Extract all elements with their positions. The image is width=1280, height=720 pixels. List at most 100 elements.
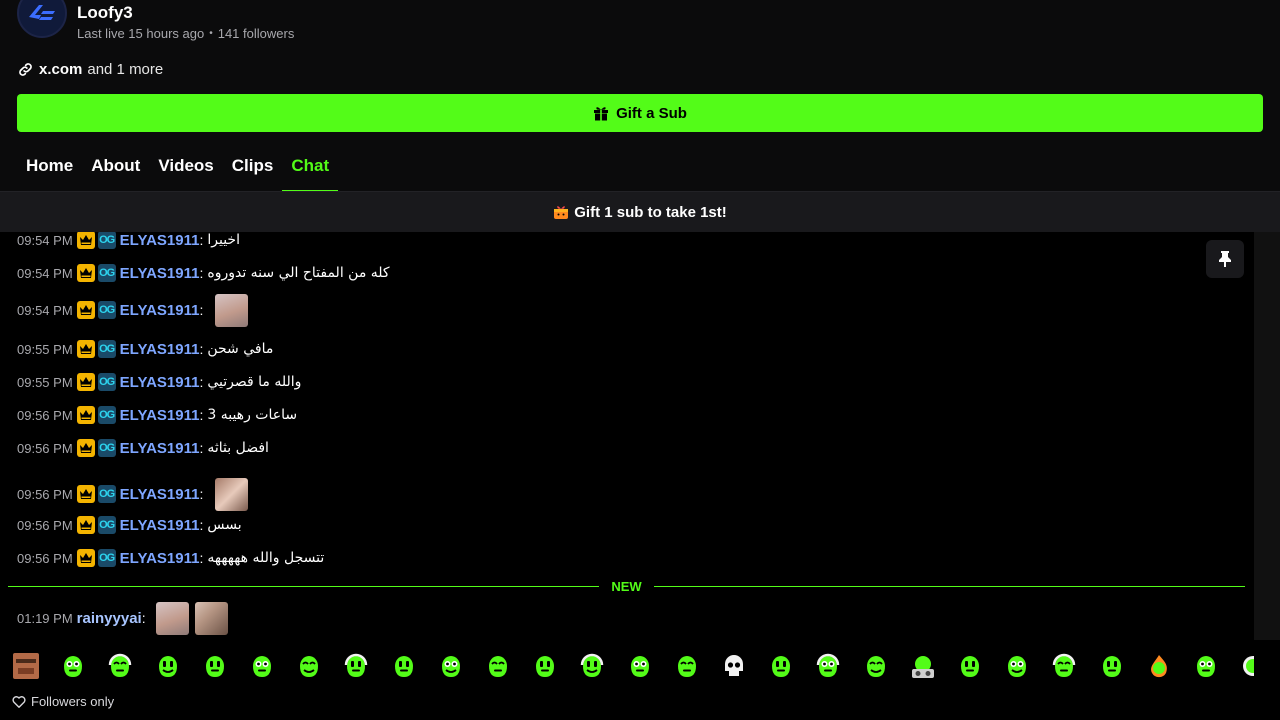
happy-emote[interactable] xyxy=(343,653,369,679)
yell-emote[interactable] xyxy=(1193,653,1219,679)
chat-message[interactable]: 09:55 PM OG ELYAS1911: والله ما قصرتيي xyxy=(17,372,301,392)
smile-emote[interactable] xyxy=(296,653,322,679)
chat-message[interactable]: 09:54 PM OG ELYAS1911: اخييرا xyxy=(17,232,240,250)
message-username[interactable]: ELYAS1911 xyxy=(120,407,200,424)
chat-message[interactable]: 09:55 PM OG ELYAS1911: مافي شحن xyxy=(17,339,273,359)
chat-message[interactable]: 09:54 PM OG ELYAS1911: كله من المفتاح الي س… xyxy=(17,263,390,283)
crown-badge-icon[interactable] xyxy=(76,264,95,282)
crown-badge-icon[interactable] xyxy=(76,439,95,457)
og-badge-icon[interactable]: OG xyxy=(97,406,116,424)
pin-icon xyxy=(1219,251,1231,267)
og-badge-icon[interactable]: OG xyxy=(97,373,116,391)
wink-emote[interactable] xyxy=(627,653,653,679)
message-username[interactable]: ELYAS1911 xyxy=(120,517,200,534)
crown-badge-icon[interactable] xyxy=(76,406,95,424)
og-badge-icon[interactable]: OG xyxy=(97,485,116,503)
glasses-emote[interactable] xyxy=(249,653,275,679)
og-badge-icon[interactable]: OG xyxy=(97,301,116,319)
message-time: 09:55 PM xyxy=(17,374,73,390)
channel-meta: Last live 15 hours ago • 141 followers xyxy=(77,26,294,41)
chat-message[interactable]: 09:54 PM OG ELYAS1911: xyxy=(17,292,249,328)
dj-emote[interactable] xyxy=(910,653,936,679)
crown-badge-icon[interactable] xyxy=(76,549,95,567)
smirk-emote[interactable] xyxy=(957,653,983,679)
crying-emote[interactable] xyxy=(815,653,841,679)
gift-leaderboard-banner[interactable]: Gift 1 sub to take 1st! xyxy=(0,192,1280,232)
gift-sub-button[interactable]: Gift a Sub xyxy=(17,94,1263,132)
message-username[interactable]: ELYAS1911 xyxy=(120,265,200,282)
message-username[interactable]: ELYAS1911 xyxy=(120,341,200,358)
crown-badge-icon[interactable] xyxy=(76,301,95,319)
grin-emote[interactable] xyxy=(438,653,464,679)
chat-message[interactable]: 09:56 PM OG ELYAS1911: افضل بثاثه xyxy=(17,438,269,458)
chat-message[interactable]: 09:56 PM OG ELYAS1911: xyxy=(17,476,249,512)
message-text: والله ما قصرتيي xyxy=(207,374,302,390)
heart-icon xyxy=(12,695,26,708)
tab-chat[interactable]: Chat xyxy=(282,150,338,192)
kick-laugh-emote[interactable] xyxy=(202,653,228,679)
og-badge-icon[interactable]: OG xyxy=(97,516,116,534)
message-username[interactable]: ELYAS1911 xyxy=(120,486,200,503)
skull-emote[interactable] xyxy=(721,653,747,679)
partial-emote[interactable] xyxy=(1240,653,1254,679)
og-badge-icon[interactable]: OG xyxy=(97,232,116,249)
sad-emote[interactable] xyxy=(532,653,558,679)
devil-emote[interactable] xyxy=(768,653,794,679)
baby-emote[interactable] xyxy=(215,477,249,511)
baby-emote[interactable] xyxy=(155,601,189,635)
tab-videos[interactable]: Videos xyxy=(149,150,222,192)
message-username[interactable]: rainyyyai xyxy=(77,610,142,627)
chat-message[interactable]: 09:56 PM OG ELYAS1911: بسس xyxy=(17,515,242,535)
star-eyes-emote[interactable] xyxy=(155,653,181,679)
link-more[interactable]: and 1 more xyxy=(87,61,163,78)
kick-green-emote[interactable] xyxy=(60,653,86,679)
pin-button[interactable] xyxy=(1206,240,1244,278)
message-colon: : xyxy=(199,486,204,502)
channel-links[interactable]: x.com and 1 more xyxy=(17,61,163,78)
small-emote[interactable] xyxy=(391,653,417,679)
message-username[interactable]: ELYAS1911 xyxy=(120,550,200,567)
channel-avatar[interactable] xyxy=(17,0,67,38)
crown-badge-icon[interactable] xyxy=(76,340,95,358)
tab-home[interactable]: Home xyxy=(17,150,82,192)
tab-about[interactable]: About xyxy=(82,150,149,192)
gift-sub-label: Gift a Sub xyxy=(616,104,687,122)
baby-emote[interactable] xyxy=(215,293,249,327)
crown-badge-icon[interactable] xyxy=(76,373,95,391)
followers-count: 141 followers xyxy=(217,26,295,41)
og-badge-icon[interactable]: OG xyxy=(97,439,116,457)
gamer-emote[interactable] xyxy=(1051,653,1077,679)
nerd-emote[interactable] xyxy=(1004,653,1030,679)
message-text: ساعات رهيبه 3 xyxy=(207,407,298,423)
shock-emote[interactable] xyxy=(674,653,700,679)
og-badge-icon[interactable]: OG xyxy=(97,549,116,567)
chat-message[interactable]: 09:56 PM OG ELYAS1911: تتسجل والله هههههه xyxy=(17,548,324,568)
streamer-face-emote[interactable] xyxy=(13,653,39,679)
chat-scrollbar[interactable] xyxy=(1254,232,1280,640)
crown-badge-icon[interactable] xyxy=(76,516,95,534)
baby-emote[interactable] xyxy=(194,601,228,635)
sweat-emote[interactable] xyxy=(1099,653,1125,679)
og-badge-icon[interactable]: OG xyxy=(97,264,116,282)
message-time: 09:55 PM xyxy=(17,341,73,357)
message-username[interactable]: ELYAS1911 xyxy=(120,440,200,457)
fire-emote[interactable] xyxy=(1146,653,1172,679)
link-icon xyxy=(19,63,32,76)
message-username[interactable]: ELYAS1911 xyxy=(120,302,200,319)
crown-badge-icon[interactable] xyxy=(76,232,95,249)
headphones-emote[interactable] xyxy=(579,653,605,679)
chat-message[interactable]: 09:56 PM OG ELYAS1911: ساعات رهيبه 3 xyxy=(17,405,297,425)
og-badge-icon[interactable]: OG xyxy=(97,340,116,358)
message-username[interactable]: ELYAS1911 xyxy=(120,232,200,249)
message-username[interactable]: ELYAS1911 xyxy=(120,374,200,391)
heart-eyes-emote[interactable] xyxy=(485,653,511,679)
cool-emote[interactable] xyxy=(863,653,889,679)
message-colon: : xyxy=(199,440,204,456)
crown-badge-icon[interactable] xyxy=(76,485,95,503)
tab-clips[interactable]: Clips xyxy=(223,150,283,192)
channel-name[interactable]: Loofy3 xyxy=(77,3,133,23)
angry-green-emote[interactable] xyxy=(107,653,133,679)
channel-tabs: Home About Videos Clips Chat xyxy=(17,150,338,192)
link-x-com[interactable]: x.com xyxy=(39,61,82,78)
chat-message[interactable]: 01:19 PM rainyyyai: xyxy=(17,600,228,636)
